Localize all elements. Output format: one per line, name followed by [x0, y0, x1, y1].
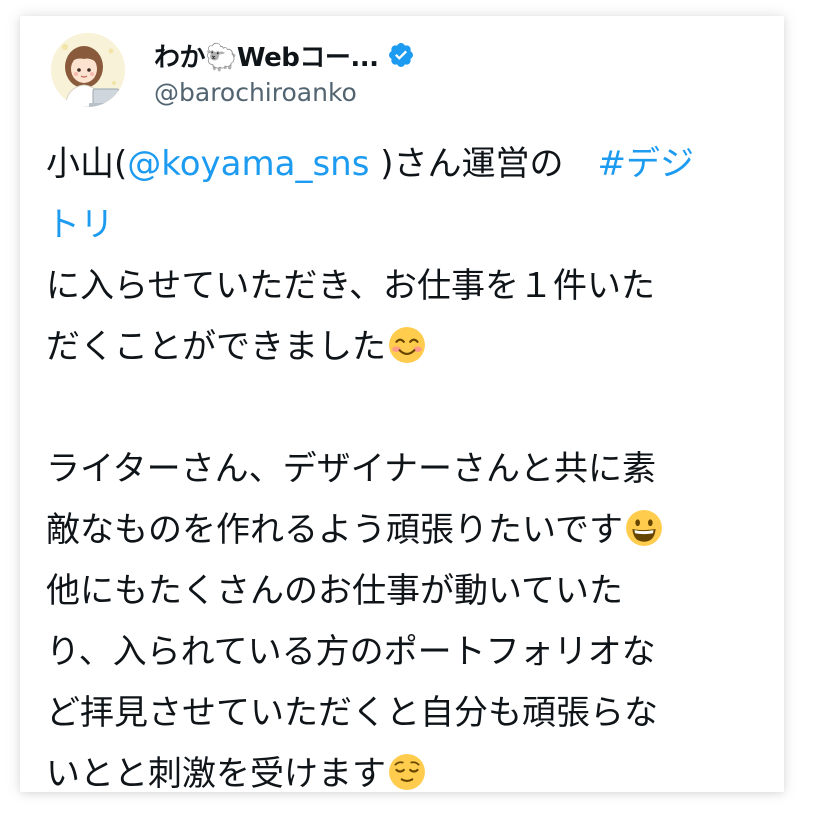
text-segment: だくことができました — [46, 327, 386, 367]
relieved-face-emoji-icon — [389, 754, 425, 790]
author-name-row[interactable]: わか🐑Webコー... — [154, 35, 415, 75]
text-segment: )さん運営の — [369, 144, 598, 184]
tweet-line: り、入られている方のポートフォリオな — [46, 632, 656, 672]
tweet-text: 小山(@koyama_sns )さん運営の #デジ トリ に入らせていただき、お… — [46, 134, 766, 805]
tweet-line: だくことができました — [46, 317, 766, 378]
grinning-face-emoji-icon — [626, 510, 662, 546]
author-name[interactable]: わか🐑Webコー... — [154, 37, 379, 74]
tweet-card: わか🐑Webコー... @barochiroanko 小山(@koyama_sn… — [20, 16, 784, 794]
avatar[interactable] — [51, 33, 125, 107]
author-handle[interactable]: @barochiroanko — [154, 78, 357, 107]
tweet-line: ど拝見させていただくと自分も頑張らな — [46, 693, 658, 733]
tweet-line: 他にもたくさんのお仕事が動いていた — [46, 571, 623, 611]
hashtag-link[interactable]: #デジ — [598, 144, 695, 184]
tweet-line: に入らせていただき、お仕事を１件いた — [46, 266, 655, 306]
text-segment: いとと刺激を受けます — [46, 754, 386, 794]
text-segment: 小山( — [46, 144, 128, 184]
avatar-illustration — [51, 33, 125, 107]
text-segment: 敵なものを作れるよう頑張りたいです — [46, 510, 623, 550]
tweet-line: トリ — [46, 195, 766, 256]
hashtag-link-continued[interactable]: トリ — [46, 205, 114, 245]
smiling-face-emoji-icon — [389, 327, 425, 363]
tweet-line: 敵なものを作れるよう頑張りたいです — [46, 500, 766, 561]
mention-link[interactable]: @koyama_sns — [127, 144, 369, 184]
tweet-line: いとと刺激を受けます — [46, 744, 766, 805]
tweet-line: 小山(@koyama_sns )さん運営の #デジ — [46, 134, 766, 195]
verified-badge-icon — [388, 43, 413, 67]
tweet-line: ライターさん、デザイナーさんと共に素 — [46, 449, 656, 489]
